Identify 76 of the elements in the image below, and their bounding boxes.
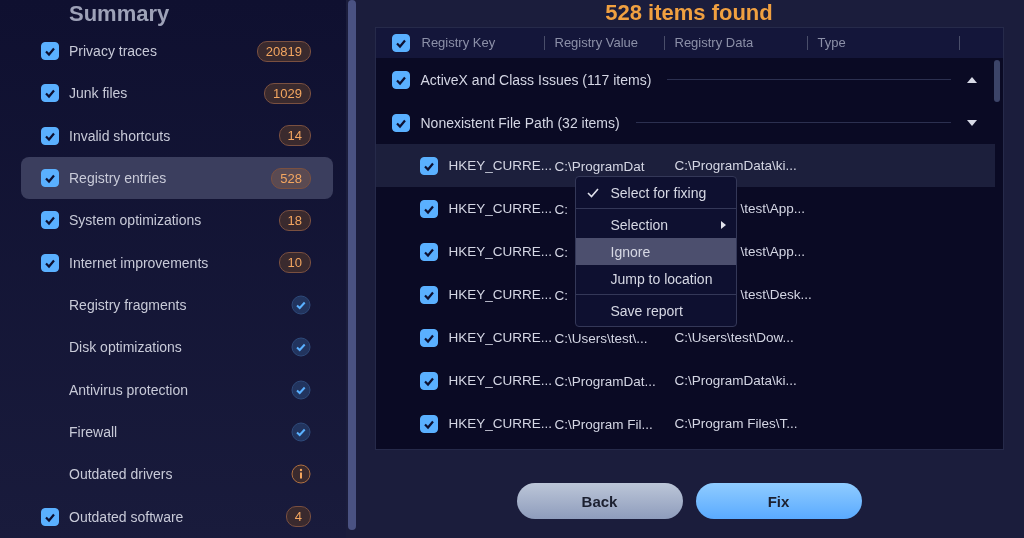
table-cell: C: (554, 201, 568, 217)
table-cell: C:\Program Files\T... (674, 416, 798, 431)
menu-item[interactable]: Jump to location (575, 265, 736, 292)
checkbox[interactable] (419, 199, 438, 218)
table-cell: C:\Users\test\Dow... (674, 330, 794, 345)
checkbox[interactable] (419, 242, 438, 261)
table-cell: C:\ProgramDat... (554, 373, 656, 389)
sidebar-item[interactable]: Registry fragments (21, 283, 333, 327)
table-cell: C:\Program Fil... (554, 416, 653, 432)
table-cell-text: HKEY_CURRE... (448, 244, 554, 259)
checkbox[interactable] (41, 253, 59, 272)
count-badge: 18 (278, 209, 311, 231)
count-badge: 20819 (256, 40, 311, 62)
sidebar-item[interactable]: Internet improvements 10 (21, 241, 333, 284)
checkbox[interactable] (419, 328, 438, 347)
table-cell-text: HKEY_CURRE... (448, 330, 554, 345)
checkbox[interactable] (391, 70, 410, 89)
table-cell-text: \test\App... (739, 201, 806, 216)
back-button[interactable]: Back (516, 483, 683, 519)
count-badge: 10 (278, 252, 311, 274)
sidebar-item[interactable]: Registry entries 528 (21, 157, 333, 200)
count-badge: 14 (278, 125, 311, 147)
results-heading: 528 items found (605, 1, 773, 25)
checkbox[interactable] (419, 156, 438, 175)
sidebar-item[interactable]: Antivirus protection (21, 368, 333, 411)
caret-down-icon[interactable] (966, 119, 977, 126)
table-cell-text: HKEY_CURRE... (448, 158, 554, 173)
sidebar-item[interactable]: System optimizations 18 (21, 199, 333, 242)
checkbox[interactable] (41, 42, 59, 61)
table-cell: C:\ProgramData\ki... (674, 158, 797, 173)
checkbox[interactable] (41, 126, 59, 145)
sidebar-item[interactable]: Outdated software 4 (21, 495, 333, 538)
column-header[interactable]: Registry Data (663, 36, 807, 50)
table-cell: C:\ProgramDat (554, 158, 645, 174)
sidebar-item[interactable]: Invalid shortcuts 14 (21, 114, 333, 157)
group-label: Nonexistent File Path (32 items) (420, 114, 620, 131)
fix-button[interactable]: Fix (695, 483, 862, 519)
checkbox[interactable] (41, 169, 59, 188)
table-cell-text: HKEY_CURRE... (448, 373, 554, 388)
checkbox[interactable] (391, 113, 410, 132)
table-cell: C: (554, 287, 568, 303)
group-label: ActiveX and Class Issues (117 items) (420, 71, 652, 88)
checkbox[interactable] (419, 371, 438, 390)
menu-item[interactable]: Save report (575, 297, 736, 324)
sidebar-item[interactable]: Junk files 1029 (21, 72, 333, 115)
checkbox[interactable] (41, 211, 59, 230)
count-badge: 528 (271, 167, 311, 189)
table-cell-text: HKEY_CURRE... (448, 201, 554, 216)
checkbox[interactable] (41, 84, 59, 103)
checkbox[interactable] (419, 414, 438, 433)
table-cell-text: HKEY_CURRE... (448, 287, 554, 302)
sidebar-item[interactable]: Disk optimizations (21, 326, 333, 369)
table-cell-text: \test\Desk... (739, 287, 812, 302)
column-header[interactable]: Registry Value (543, 36, 664, 50)
select-all-checkbox[interactable] (391, 34, 410, 52)
count-badge: 1029 (264, 83, 311, 104)
caret-up-icon[interactable] (966, 76, 977, 83)
table-cell: C:\Users\test\... (554, 330, 648, 346)
menu-item[interactable]: Select for fixing (575, 179, 736, 206)
column-header[interactable]: Registry Key (409, 36, 544, 50)
sidebar-item[interactable]: Firewall (21, 410, 333, 454)
menu-item[interactable]: Selection (575, 211, 736, 238)
menu-item[interactable]: Ignore (575, 238, 736, 265)
scrollbar[interactable] (993, 60, 1000, 102)
checkbox[interactable] (419, 285, 438, 304)
sidebar-item[interactable]: Privacy traces 20819 (21, 30, 333, 73)
scrollbar[interactable] (348, 0, 356, 530)
column-header[interactable]: Type (806, 36, 959, 50)
count-badge: 4 (285, 506, 311, 528)
checkbox[interactable] (41, 507, 59, 526)
table-cell-text: \test\App... (739, 244, 806, 259)
sidebar-title: Summary (69, 2, 171, 26)
table-cell: C:\ProgramData\ki... (674, 373, 797, 388)
table-cell-text: HKEY_CURRE... (448, 416, 554, 431)
sidebar-item[interactable]: Outdated drivers (21, 453, 333, 496)
table-cell: C: (554, 244, 568, 260)
